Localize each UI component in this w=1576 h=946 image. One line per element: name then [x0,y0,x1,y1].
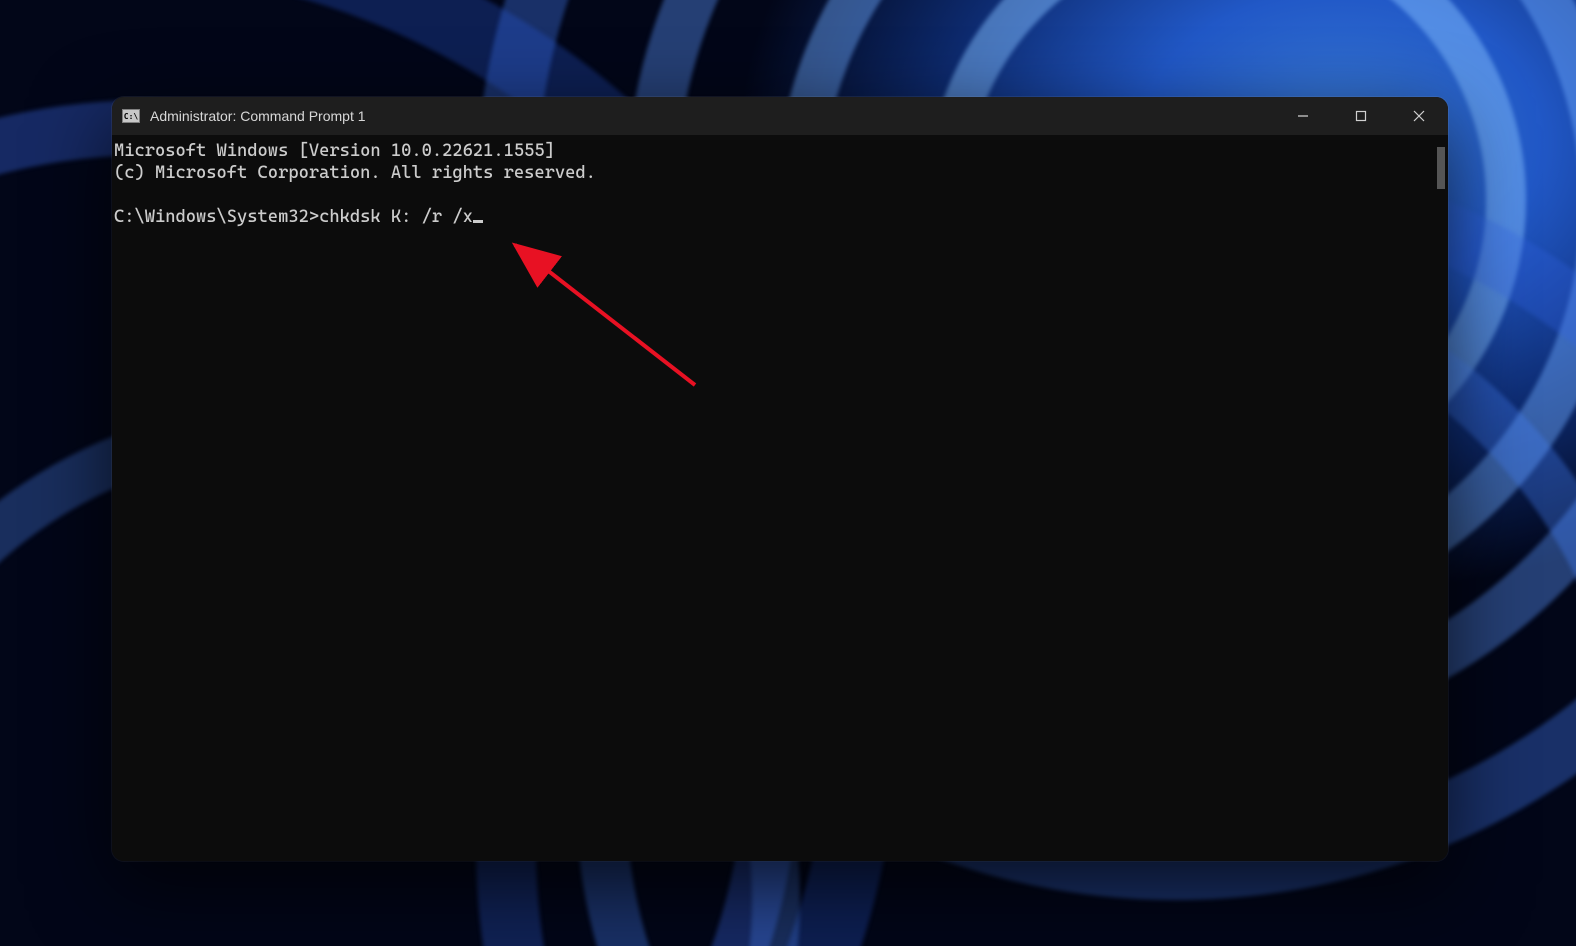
scrollbar[interactable] [1434,135,1448,861]
minimize-icon [1297,110,1309,122]
terminal-body[interactable]: Microsoft Windows [Version 10.0.22621.15… [112,135,1448,861]
maximize-icon [1355,110,1367,122]
scrollbar-thumb[interactable] [1437,147,1445,189]
command-prompt-window: C:\ Administrator: Command Prompt 1 Micr… [112,97,1448,861]
version-line: Microsoft Windows [Version 10.0.22621.15… [114,141,555,161]
command-input[interactable]: chkdsk K: /r /x [319,207,473,227]
window-titlebar[interactable]: C:\ Administrator: Command Prompt 1 [112,97,1448,135]
minimize-button[interactable] [1274,97,1332,135]
close-button[interactable] [1390,97,1448,135]
prompt-text: C:\Windows\System32> [114,207,319,227]
maximize-button[interactable] [1332,97,1390,135]
text-cursor [473,220,483,223]
copyright-line: (c) Microsoft Corporation. All rights re… [114,163,596,183]
window-title: Administrator: Command Prompt 1 [150,108,366,124]
window-controls [1274,97,1448,135]
terminal-output: Microsoft Windows [Version 10.0.22621.15… [112,141,1448,229]
cmd-icon: C:\ [122,109,140,123]
close-icon [1413,110,1425,122]
